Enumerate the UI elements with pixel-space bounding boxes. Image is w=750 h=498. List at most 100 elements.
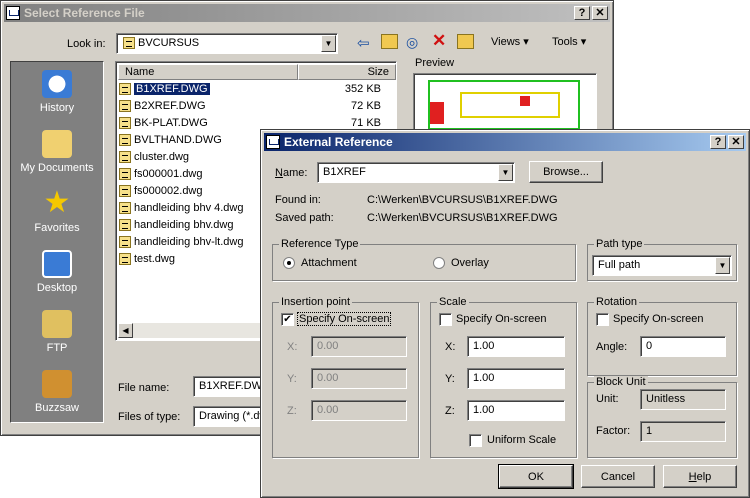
look-in-value: BVCURSUS — [119, 35, 203, 51]
dwg-file-icon — [119, 202, 131, 214]
rotation-specify-label[interactable]: Specify On-screen — [613, 313, 703, 325]
scale-title: Scale — [437, 296, 469, 308]
file-name: handleiding bhv 4.dwg — [134, 202, 244, 214]
views-menu[interactable]: Views ▾ — [491, 35, 529, 48]
uniform-scale-checkbox[interactable] — [469, 434, 482, 447]
file-name: BVLTHAND.DWG — [134, 134, 222, 146]
reference-type-title: Reference Type — [279, 238, 361, 250]
preview-pane — [413, 73, 597, 135]
insertion-specify-checkbox[interactable]: ✔ — [281, 313, 294, 326]
chevron-down-icon[interactable]: ▼ — [715, 257, 730, 274]
file-name: handleiding bhv-lt.dwg — [134, 236, 244, 248]
dwg-file-icon — [119, 134, 131, 146]
select-dialog-titlebar[interactable]: Select Reference File ? ✕ — [4, 4, 610, 22]
help-title-button[interactable]: ? — [710, 135, 726, 149]
insertion-y-input[interactable]: 0.00 — [311, 368, 407, 389]
xref-dialog-title: External Reference — [284, 135, 393, 149]
file-name: B1XREF.DWG — [133, 82, 211, 96]
autocad-app-icon — [6, 6, 20, 20]
overlay-radio[interactable] — [433, 257, 445, 269]
look-in-label: Look in: — [67, 38, 106, 50]
dwg-file-icon — [119, 117, 131, 129]
scale-y-label: Y: — [445, 373, 455, 385]
rotation-title: Rotation — [594, 296, 639, 308]
tools-menu[interactable]: Tools ▾ — [552, 35, 586, 48]
file-size: 72 KB — [351, 100, 381, 112]
factor-value: 1 — [640, 421, 726, 442]
attachment-label[interactable]: Attachment — [301, 257, 357, 269]
scale-z-input[interactable]: 1.00 — [467, 400, 565, 421]
dwg-file-icon — [119, 83, 131, 95]
scale-x-input[interactable]: 1.00 — [467, 336, 565, 357]
block-unit-group: Block Unit Unit: Unitless Factor: 1 — [587, 376, 737, 458]
cancel-button[interactable]: Cancel — [581, 465, 655, 488]
chevron-down-icon[interactable]: ▼ — [498, 164, 513, 181]
scale-group: Scale Specify On-screen X: 1.00 Y: 1.00 … — [430, 296, 577, 458]
rotation-specify-checkbox[interactable] — [596, 313, 609, 326]
places-bar: History My Documents ★ Favorites Desktop… — [10, 61, 104, 423]
scale-specify-checkbox[interactable] — [439, 313, 452, 326]
place-favorites[interactable]: ★ Favorites — [11, 186, 103, 244]
file-row[interactable]: B2XREF.DWG 72 KB — [119, 98, 395, 114]
file-name: test.dwg — [134, 253, 175, 265]
attachment-radio[interactable] — [283, 257, 295, 269]
ok-button[interactable]: OK — [498, 464, 574, 489]
file-name: fs000002.dwg — [134, 185, 203, 197]
browse-button[interactable]: Browse... — [529, 161, 603, 183]
my-documents-icon — [42, 130, 72, 158]
column-header-name[interactable]: Name — [118, 64, 298, 80]
xref-dialog-titlebar[interactable]: External Reference ? ✕ — [264, 133, 746, 151]
search-web-icon[interactable]: ◎ — [406, 34, 418, 51]
angle-input[interactable]: 0 — [640, 336, 726, 357]
overlay-label[interactable]: Overlay — [451, 257, 489, 269]
insertion-z-label: Z: — [287, 405, 297, 417]
new-folder-icon[interactable] — [457, 34, 474, 49]
file-name-label: File name: — [118, 382, 170, 394]
dwg-file-icon — [119, 253, 131, 265]
help-title-button[interactable]: ? — [574, 6, 590, 20]
scroll-left-icon[interactable]: ◀ — [118, 323, 133, 338]
column-header-size[interactable]: Size — [298, 64, 396, 80]
uniform-scale-label[interactable]: Uniform Scale — [487, 434, 556, 446]
star-icon: ★ — [43, 186, 71, 219]
block-unit-title: Block Unit — [594, 376, 648, 388]
history-icon — [42, 70, 72, 98]
insertion-y-label: Y: — [287, 373, 297, 385]
place-my-documents[interactable]: My Documents — [11, 126, 103, 184]
insertion-specify-label[interactable]: Specify On-screen — [296, 312, 392, 326]
angle-label: Angle: — [596, 341, 628, 353]
insertion-x-input[interactable]: 0.00 — [311, 336, 407, 357]
look-in-dropdown[interactable]: BVCURSUS ▼ — [116, 33, 338, 54]
place-desktop[interactable]: Desktop — [11, 246, 103, 304]
delete-icon[interactable]: ✕ — [432, 31, 446, 51]
name-dropdown[interactable]: B1XREF ▼ — [317, 162, 515, 183]
saved-path-label: Saved path: — [275, 212, 334, 224]
back-arrow-icon[interactable]: ⇦ — [357, 34, 370, 52]
scale-x-label: X: — [445, 341, 456, 353]
desktop-icon — [42, 250, 72, 278]
found-in-label: Found in: — [275, 194, 321, 206]
path-type-dropdown[interactable]: Full path ▼ — [592, 255, 732, 276]
folder-icon — [123, 37, 135, 49]
unit-label: Unit: — [596, 393, 619, 405]
chevron-down-icon[interactable]: ▼ — [321, 35, 336, 52]
file-row[interactable]: B1XREF.DWG 352 KB — [119, 81, 395, 97]
up-folder-icon[interactable] — [381, 34, 398, 49]
scale-y-input[interactable]: 1.00 — [467, 368, 565, 389]
ftp-icon — [42, 310, 72, 338]
unit-value: Unitless — [640, 389, 726, 410]
file-size: 71 KB — [351, 117, 381, 129]
autocad-app-icon — [266, 135, 280, 149]
buzzsaw-icon — [42, 370, 72, 398]
scale-specify-label[interactable]: Specify On-screen — [456, 313, 546, 325]
file-name: cluster.dwg — [134, 151, 190, 163]
place-history[interactable]: History — [11, 66, 103, 124]
file-name: B2XREF.DWG — [134, 100, 206, 112]
insertion-z-input[interactable]: 0.00 — [311, 400, 407, 421]
close-title-button[interactable]: ✕ — [728, 135, 744, 149]
file-size: 352 KB — [344, 83, 381, 95]
place-buzzsaw[interactable]: Buzzsaw — [11, 366, 103, 424]
close-title-button[interactable]: ✕ — [592, 6, 608, 20]
place-ftp[interactable]: FTP — [11, 306, 103, 364]
help-button[interactable]: Help — [663, 465, 737, 488]
